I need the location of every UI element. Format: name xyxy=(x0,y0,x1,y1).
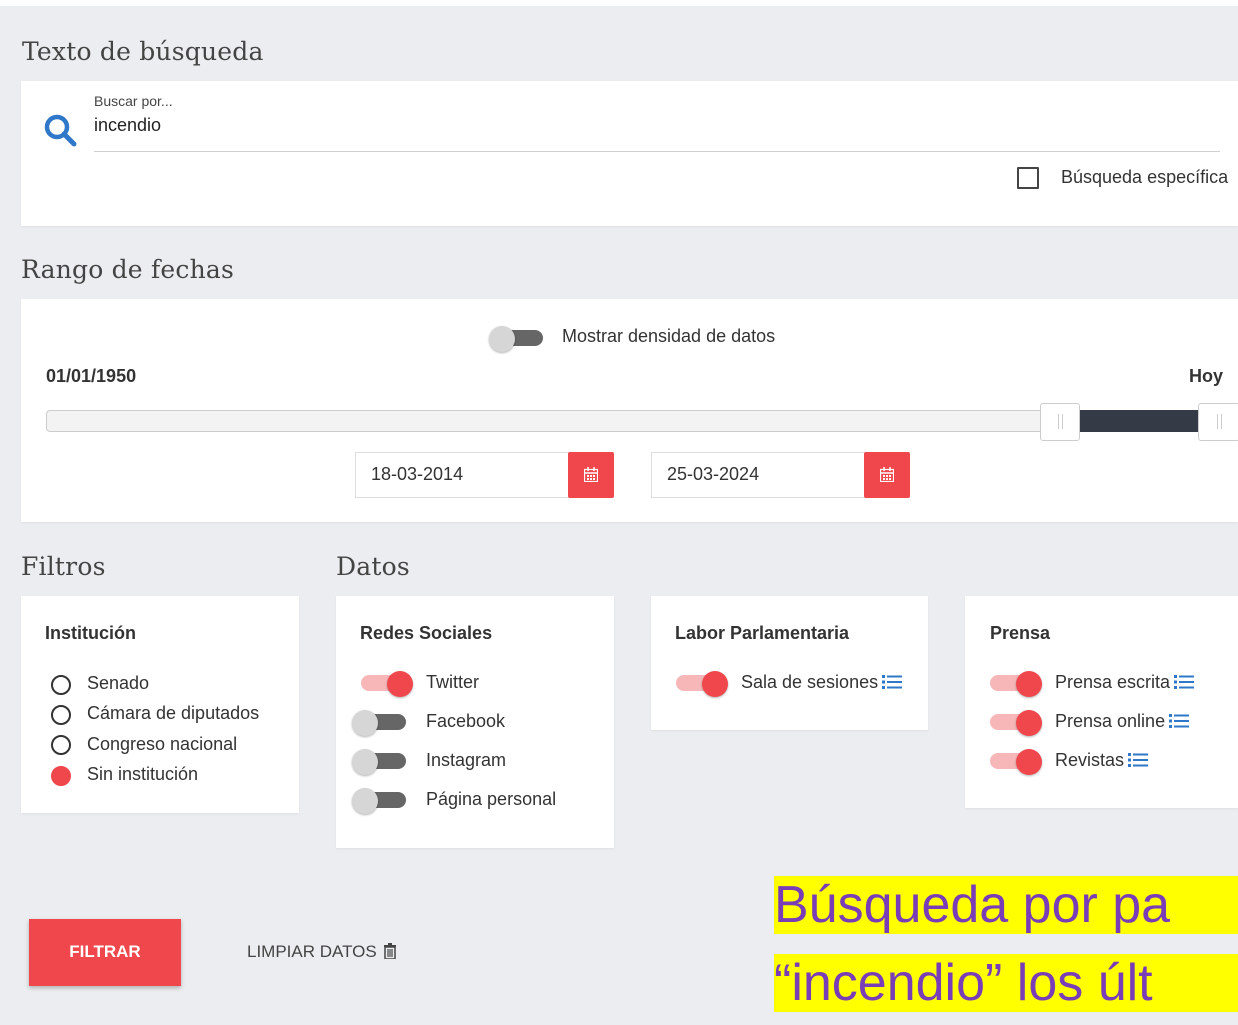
list-icon[interactable] xyxy=(1174,674,1195,690)
revistas-row: Revistas xyxy=(1055,750,1149,771)
filter-button[interactable]: FILTRAR xyxy=(29,919,181,986)
redes-card: Redes Sociales Twitter Facebook Instagra… xyxy=(336,596,614,848)
clear-data-button[interactable]: LIMPIAR DATOS xyxy=(247,942,397,964)
labor-title: Labor Parlamentaria xyxy=(675,623,850,643)
specific-search-checkbox[interactable] xyxy=(1017,167,1039,189)
radio-senado[interactable] xyxy=(51,675,71,695)
facebook-toggle[interactable] xyxy=(352,708,410,736)
density-toggle[interactable] xyxy=(489,324,547,352)
caption-line-2: “incendio” los últ xyxy=(774,954,1238,1012)
radio-sin-institucion[interactable] xyxy=(51,766,71,786)
sala-sesiones-label: Sala de sesiones xyxy=(741,672,879,692)
option-senado-label: Senado xyxy=(87,673,150,693)
filter-button-label: FILTRAR xyxy=(69,942,141,961)
prensa-escrita-row: Prensa escrita xyxy=(1055,672,1195,693)
radio-camara[interactable] xyxy=(51,705,71,725)
institution-card: Institución Senado Cámara de diputados C… xyxy=(21,596,299,813)
search-input[interactable]: incendio xyxy=(94,115,1220,152)
end-date-calendar-button[interactable] xyxy=(864,452,910,498)
prensa-card: Prensa Prensa escrita Prensa online Revi… xyxy=(965,596,1238,808)
sala-sesiones-row: Sala de sesiones xyxy=(741,672,903,693)
radio-congreso[interactable] xyxy=(51,735,71,755)
caption-line-1: Búsqueda por pa xyxy=(774,876,1238,934)
instagram-toggle[interactable] xyxy=(352,747,410,775)
prensa-title: Prensa xyxy=(990,623,1051,643)
density-label: Mostrar densidad de datos xyxy=(562,326,776,346)
option-camara-label: Cámara de diputados xyxy=(87,703,260,723)
dates-section-title: Rango de fechas xyxy=(21,255,235,284)
personal-page-label: Página personal xyxy=(426,789,557,809)
labor-card: Labor Parlamentaria Sala de sesiones xyxy=(651,596,928,730)
search-section-title: Texto de búsqueda xyxy=(22,37,264,66)
twitter-toggle[interactable] xyxy=(357,669,415,697)
search-input-value: incendio xyxy=(94,115,162,135)
range-min-label: 01/01/1950 xyxy=(46,366,137,386)
sala-sesiones-toggle[interactable] xyxy=(672,669,730,697)
prensa-escrita-toggle[interactable] xyxy=(986,669,1044,697)
datos-section-title: Datos xyxy=(336,552,410,581)
end-date-value: 25-03-2024 xyxy=(667,464,760,484)
trash-icon xyxy=(383,943,397,964)
list-icon[interactable] xyxy=(1128,752,1149,768)
option-sin-institucion-label: Sin institución xyxy=(87,764,199,784)
instagram-label: Instagram xyxy=(426,750,507,770)
prensa-online-label: Prensa online xyxy=(1055,711,1166,731)
search-field-label: Buscar por... xyxy=(94,93,173,109)
search-icon xyxy=(43,113,79,154)
revistas-toggle[interactable] xyxy=(986,747,1044,775)
revistas-label: Revistas xyxy=(1055,750,1125,770)
clear-data-label: LIMPIAR DATOS xyxy=(247,942,377,961)
start-date-calendar-button[interactable] xyxy=(568,452,614,498)
start-date-input[interactable]: 18-03-2014 xyxy=(355,452,573,498)
personal-page-toggle[interactable] xyxy=(352,786,410,814)
calendar-icon xyxy=(583,467,599,487)
start-date-value: 18-03-2014 xyxy=(371,464,464,484)
prensa-online-toggle[interactable] xyxy=(986,708,1044,736)
option-congreso-label: Congreso nacional xyxy=(87,734,238,754)
institution-title: Institución xyxy=(45,623,136,643)
facebook-label: Facebook xyxy=(426,711,506,731)
slider-handle-end[interactable] xyxy=(1198,403,1238,441)
filters-section-title: Filtros xyxy=(21,552,106,581)
range-max-label: Hoy xyxy=(1189,366,1224,386)
calendar-icon xyxy=(879,467,895,487)
search-card: Buscar por... incendio Búsqueda específi… xyxy=(21,81,1238,226)
date-range-slider-selection xyxy=(1060,410,1218,432)
slider-handle-start[interactable] xyxy=(1040,403,1080,441)
twitter-label: Twitter xyxy=(426,672,480,692)
prensa-online-row: Prensa online xyxy=(1055,711,1190,732)
redes-title: Redes Sociales xyxy=(360,623,493,643)
prensa-escrita-label: Prensa escrita xyxy=(1055,672,1171,692)
list-icon[interactable] xyxy=(882,674,903,690)
list-icon[interactable] xyxy=(1169,713,1190,729)
dates-card: Mostrar densidad de datos 01/01/1950 Hoy… xyxy=(21,299,1238,522)
specific-search-label: Búsqueda específica xyxy=(1061,167,1229,187)
end-date-input[interactable]: 25-03-2024 xyxy=(651,452,869,498)
